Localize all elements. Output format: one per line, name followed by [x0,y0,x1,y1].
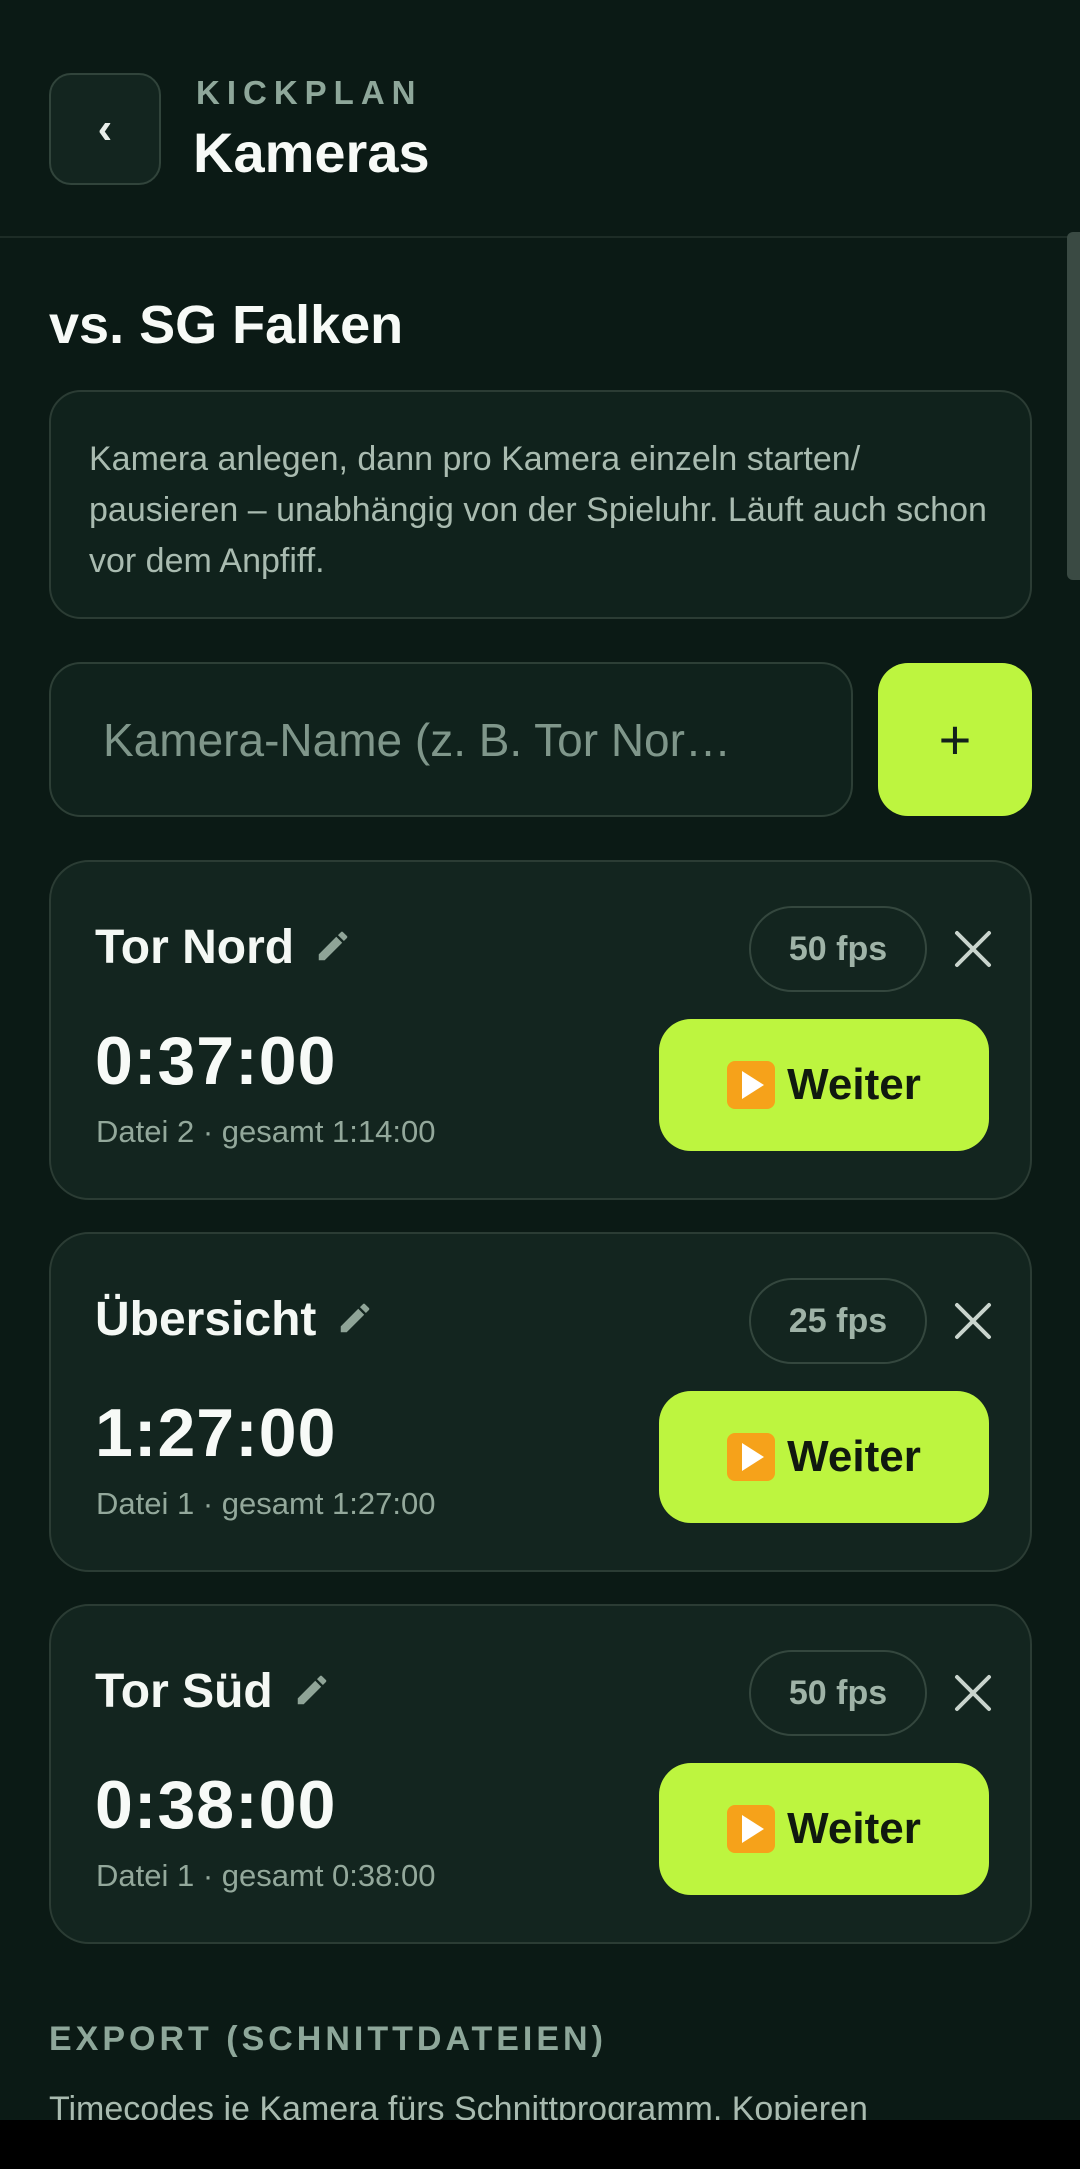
resume-button[interactable]: Weiter [659,1763,989,1895]
fps-badge[interactable]: 50 fps [749,1650,927,1736]
camera-meta: Datei 1 · gesamt 0:38:00 [96,1858,436,1893]
play-icon [727,1433,776,1481]
system-navigation-bar [0,2120,1080,2169]
camera-meta: Datei 2 · gesamt 1:14:00 [96,1114,436,1149]
export-heading: EXPORT (SCHNITTDATEIEN) [49,2020,607,2058]
camera-name-text: Tor Süd [95,1665,273,1718]
close-icon[interactable] [949,1669,997,1717]
resume-label: Weiter [787,1432,921,1481]
camera-card: Tor Süd 50 fps 0:38:00 Datei 1 · gesamt … [49,1604,1032,1944]
close-icon[interactable] [949,925,997,973]
camera-name: Tor Nord [95,920,352,975]
camera-time: 0:38:00 [95,1767,337,1843]
camera-name-text: Übersicht [95,1293,317,1346]
scrollbar[interactable] [1067,232,1080,580]
app-name: KICKPLAN [196,74,423,111]
fps-badge[interactable]: 50 fps [749,906,927,992]
camera-name: Tor Süd [95,1664,331,1719]
add-camera-button[interactable]: + [878,663,1032,816]
resume-label: Weiter [787,1804,921,1853]
play-icon [727,1805,776,1853]
resume-button[interactable]: Weiter [659,1391,989,1523]
page-title: Kameras [193,121,430,184]
match-title: vs. SG Falken [49,295,404,355]
play-icon [727,1061,776,1109]
camera-card: Tor Nord 50 fps 0:37:00 Datei 2 · gesamt… [49,860,1032,1200]
resume-button[interactable]: Weiter [659,1019,989,1151]
back-button[interactable]: ‹ [49,73,161,185]
camera-meta: Datei 1 · gesamt 1:27:00 [96,1486,436,1521]
camera-card: Übersicht 25 fps 1:27:00 Datei 1 · gesam… [49,1232,1032,1572]
camera-time: 1:27:00 [95,1395,337,1471]
pencil-icon[interactable] [314,927,352,965]
camera-time: 0:37:00 [95,1023,337,1099]
plus-icon: + [938,708,972,771]
pencil-icon[interactable] [293,1671,331,1709]
fps-badge[interactable]: 25 fps [749,1278,927,1364]
camera-name-input[interactable] [49,662,853,817]
pencil-icon[interactable] [336,1299,374,1337]
app-header: ‹ KICKPLAN Kameras [0,0,1080,238]
camera-name-text: Tor Nord [95,921,295,974]
camera-name: Übersicht [95,1292,374,1347]
chevron-left-icon: ‹ [97,104,113,153]
kameras-screen: ‹ KICKPLAN Kameras vs. SG Falken Kamera … [0,0,1080,2169]
resume-label: Weiter [787,1060,921,1109]
info-text: Kamera anlegen, dann pro Kamera einzeln … [89,440,987,580]
info-box: Kamera anlegen, dann pro Kamera einzeln … [49,390,1032,619]
close-icon[interactable] [949,1297,997,1345]
